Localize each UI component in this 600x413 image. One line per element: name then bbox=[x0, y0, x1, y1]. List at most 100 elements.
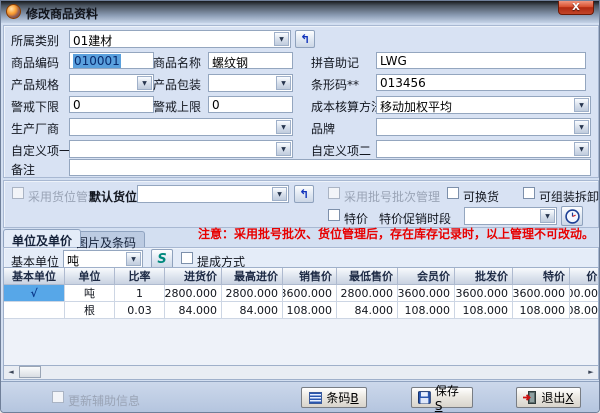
warn-lower-input[interactable]: 0 bbox=[69, 96, 154, 113]
column-header: 价4 bbox=[570, 268, 599, 285]
scroll-right-icon[interactable]: ► bbox=[584, 366, 598, 378]
up-arrow-icon: ↰ bbox=[299, 189, 309, 199]
chevron-down-icon[interactable]: ▼ bbox=[272, 187, 287, 201]
location-lookup-button[interactable]: ↰ bbox=[294, 185, 314, 203]
cell[interactable]: 3600.000 bbox=[398, 285, 455, 302]
category-lookup-button[interactable]: ↰ bbox=[295, 30, 315, 48]
packing-label: 产品包装 bbox=[153, 76, 201, 93]
table-row: √吨12800.0002800.0003600.0002800.0003600.… bbox=[4, 285, 598, 302]
column-header: 单位 bbox=[65, 268, 115, 285]
special-price-checkbox[interactable] bbox=[328, 209, 340, 221]
barcode-button[interactable]: 条码B bbox=[301, 387, 367, 408]
warn-upper-label: 警戒上限 bbox=[153, 98, 201, 115]
cell[interactable] bbox=[4, 302, 65, 319]
close-icon[interactable]: X bbox=[558, 1, 594, 15]
cell[interactable]: 3600.000 bbox=[570, 285, 599, 302]
unit-edit-button[interactable]: S bbox=[151, 249, 173, 269]
use-batch-label: 采用批号批次管理 bbox=[344, 188, 440, 205]
chevron-down-icon[interactable]: ▼ bbox=[540, 209, 555, 223]
titlebar: 修改商品资料 X bbox=[1, 1, 600, 23]
cell[interactable]: 吨 bbox=[65, 285, 115, 302]
default-location-select[interactable]: ▼ bbox=[137, 185, 289, 203]
use-location-checkbox[interactable] bbox=[12, 187, 24, 199]
assemblable-label: 可组装拆卸 bbox=[539, 188, 599, 205]
column-header: 进货价 bbox=[165, 268, 222, 285]
barcode-label: 条形码** bbox=[311, 76, 359, 93]
cell[interactable]: √ bbox=[4, 285, 65, 302]
update-info-label: 更新辅助信息 bbox=[68, 392, 140, 409]
clock-icon bbox=[565, 209, 580, 224]
category-label: 所属类别 bbox=[11, 32, 59, 49]
update-info-checkbox[interactable] bbox=[52, 391, 64, 403]
cell[interactable]: 3600.000 bbox=[513, 285, 570, 302]
notice-text: 注意：采用批号批次、货位管理后，存在库存记录时，以上管理不可改动。 bbox=[198, 225, 594, 242]
chevron-down-icon[interactable]: ▼ bbox=[574, 120, 589, 134]
name-input[interactable]: 螺纹钢 bbox=[208, 52, 293, 69]
chevron-down-icon[interactable]: ▼ bbox=[274, 32, 289, 46]
cell[interactable]: 108.000 bbox=[283, 302, 337, 319]
up-arrow-icon: ↰ bbox=[300, 34, 310, 44]
chevron-down-icon[interactable]: ▼ bbox=[126, 252, 141, 266]
cell[interactable]: 84.000 bbox=[222, 302, 283, 319]
cell[interactable]: 3600.000 bbox=[283, 285, 337, 302]
chevron-down-icon[interactable]: ▼ bbox=[276, 120, 291, 134]
save-button[interactable]: 保存S bbox=[411, 387, 473, 408]
code-label: 商品编码 bbox=[11, 54, 59, 71]
exchangeable-checkbox[interactable] bbox=[447, 187, 459, 199]
chevron-down-icon[interactable]: ▼ bbox=[276, 142, 291, 156]
cell[interactable]: 108.000 bbox=[513, 302, 570, 319]
cost-method-select[interactable]: 移动加权平均 ▼ bbox=[376, 96, 591, 114]
column-header: 会员价 bbox=[398, 268, 455, 285]
name-label: 商品名称 bbox=[153, 54, 201, 71]
remark-label: 备注 bbox=[11, 161, 35, 178]
cell[interactable]: 根 bbox=[65, 302, 115, 319]
special-period-time-button[interactable] bbox=[561, 206, 583, 226]
scrollbar-thumb[interactable] bbox=[19, 366, 41, 378]
chevron-down-icon[interactable]: ▼ bbox=[137, 76, 152, 90]
table-header-row: 基本单位单位比率进货价最高进价销售价最低售价会员价批发价特价价4 bbox=[4, 268, 598, 285]
custom2-select[interactable]: ▼ bbox=[376, 140, 591, 158]
use-batch-checkbox[interactable] bbox=[328, 187, 340, 199]
exit-button[interactable]: 退出X bbox=[516, 387, 581, 408]
spec-select[interactable]: ▼ bbox=[69, 74, 154, 92]
exchangeable-label: 可换货 bbox=[463, 188, 499, 205]
warn-upper-input[interactable]: 0 bbox=[208, 96, 293, 113]
custom1-select[interactable]: ▼ bbox=[69, 140, 293, 158]
cell[interactable]: 2800.000 bbox=[337, 285, 398, 302]
code-input[interactable]: 010001 bbox=[69, 52, 154, 69]
cell[interactable]: 108.000 bbox=[570, 302, 599, 319]
tab-units-prices[interactable]: 单位及单价 bbox=[3, 229, 81, 247]
cell[interactable]: 2800.000 bbox=[222, 285, 283, 302]
price-table: 基本单位单位比率进货价最高进价销售价最低售价会员价批发价特价价4√吨12800.… bbox=[3, 267, 599, 366]
cell[interactable]: 108.000 bbox=[398, 302, 455, 319]
unit-convert-icon: S bbox=[157, 252, 166, 267]
remark-input[interactable] bbox=[69, 159, 591, 176]
pinyin-label: 拼音助记 bbox=[311, 54, 359, 71]
cost-method-label: 成本核算方法 bbox=[311, 98, 383, 115]
barcode-input[interactable]: 013456 bbox=[376, 74, 586, 91]
special-period-select[interactable]: ▼ bbox=[464, 207, 557, 225]
chevron-down-icon[interactable]: ▼ bbox=[276, 76, 291, 90]
chevron-down-icon[interactable]: ▼ bbox=[574, 98, 589, 112]
pinyin-input[interactable]: LWG bbox=[376, 52, 586, 69]
app-icon bbox=[6, 4, 21, 19]
chevron-down-icon[interactable]: ▼ bbox=[574, 142, 589, 156]
base-unit-select[interactable]: 吨 ▼ bbox=[63, 250, 143, 268]
commission-checkbox[interactable] bbox=[181, 252, 193, 264]
cell[interactable]: 3600.000 bbox=[455, 285, 513, 302]
default-location-label: 默认货位 bbox=[89, 188, 137, 205]
cell[interactable]: 84.000 bbox=[337, 302, 398, 319]
packing-select[interactable]: ▼ bbox=[208, 74, 293, 92]
cell[interactable]: 2800.000 bbox=[165, 285, 222, 302]
assemblable-checkbox[interactable] bbox=[523, 187, 535, 199]
column-header: 比率 bbox=[115, 268, 165, 285]
category-select[interactable]: 01建材 ▼ bbox=[69, 30, 291, 48]
cell[interactable]: 1 bbox=[115, 285, 165, 302]
brand-select[interactable]: ▼ bbox=[376, 118, 591, 136]
table-hscrollbar[interactable]: ◄ ► bbox=[3, 366, 599, 380]
scroll-left-icon[interactable]: ◄ bbox=[4, 366, 18, 378]
cell[interactable]: 0.03 bbox=[115, 302, 165, 319]
cell[interactable]: 84.000 bbox=[165, 302, 222, 319]
cell[interactable]: 108.000 bbox=[455, 302, 513, 319]
manufacturer-select[interactable]: ▼ bbox=[69, 118, 293, 136]
